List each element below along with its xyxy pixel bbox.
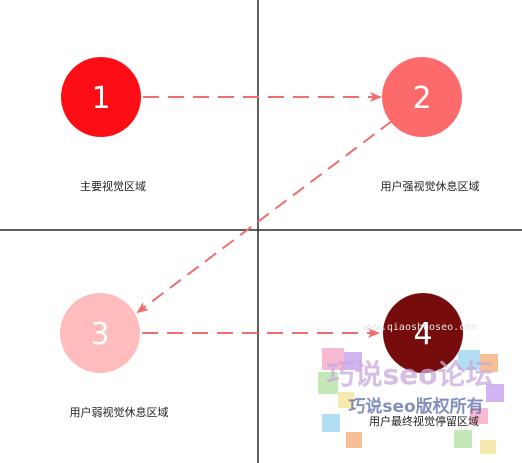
zone-4-label: 用户最终视觉停留区域 <box>369 414 479 428</box>
zone-3-number: 3 <box>90 317 109 352</box>
watermark-url: www.qiaoshuoseo.com <box>363 322 477 333</box>
gaze-flow-diagram: 1 主要视觉区域 2 用户强视觉休息区域 3 用户弱视觉休息区域 4 www.q… <box>0 0 522 463</box>
zone-2-label: 用户强视觉休息区域 <box>381 179 480 193</box>
zone-1: 1 主要视觉区域 <box>61 57 146 193</box>
arrow-2-to-3 <box>136 120 393 314</box>
zone-2: 2 用户强视觉休息区域 <box>381 57 480 193</box>
zone-1-number: 1 <box>91 81 110 116</box>
zone-3: 3 用户弱视觉休息区域 <box>60 293 169 419</box>
zone-2-number: 2 <box>412 81 431 116</box>
watermark-subtitle: 巧说seo版权所有 <box>348 396 483 417</box>
watermark-title: 巧说seo论坛 <box>327 358 494 391</box>
zone-1-label: 主要视觉区域 <box>80 179 146 193</box>
zone-3-label: 用户弱视觉休息区域 <box>70 405 169 419</box>
